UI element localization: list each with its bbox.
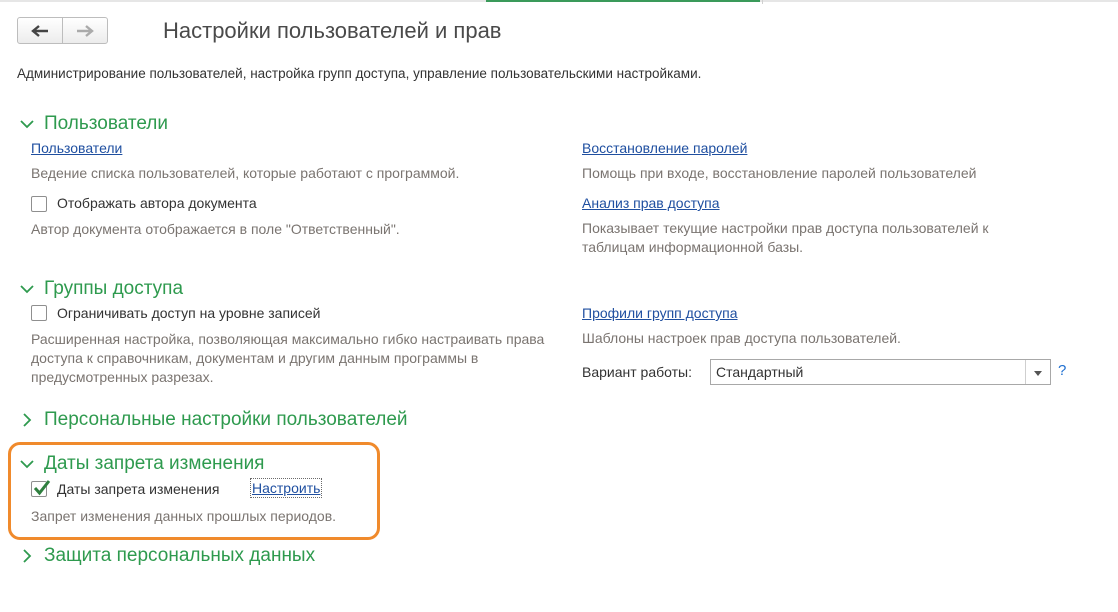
access-group-profiles-link[interactable]: Профили групп доступа xyxy=(582,305,738,321)
change-dates-hint: Запрет изменения данных прошлых периодов… xyxy=(31,508,337,524)
work-mode-select[interactable]: Стандартный xyxy=(710,359,1051,385)
arrow-left-icon xyxy=(31,24,49,37)
chevron-down-icon xyxy=(19,281,35,297)
section-personal-settings-header[interactable]: Персональные настройки пользователей xyxy=(19,409,408,431)
users-hint: Ведение списка пользователей, которые ра… xyxy=(31,165,460,181)
chevron-right-icon xyxy=(19,412,35,428)
restrict-access-hint: Расширенная настройка, позволяющая макси… xyxy=(31,331,545,385)
back-button[interactable] xyxy=(18,18,62,43)
section-personal-data-header[interactable]: Защита персональных данных xyxy=(19,545,315,567)
restrict-access-label[interactable]: Ограничивать доступ на уровне записей xyxy=(57,305,320,321)
chevron-down-icon xyxy=(19,116,35,132)
configure-link[interactable]: Настроить xyxy=(249,478,323,498)
dropdown-button[interactable] xyxy=(1025,360,1050,384)
section-change-dates-header[interactable]: Даты запрета изменения xyxy=(19,453,264,475)
active-tab-indicator xyxy=(486,0,760,2)
author-checkbox-label[interactable]: Отображать автора документа xyxy=(57,195,257,211)
password-recovery-link[interactable]: Восстановление паролей xyxy=(582,140,747,156)
author-hint: Автор документа отображается в поле "Отв… xyxy=(31,221,400,237)
section-personal-settings-title: Персональные настройки пользователей xyxy=(44,409,408,430)
change-dates-checkbox-label[interactable]: Даты запрета изменения xyxy=(57,481,219,497)
access-rights-analysis-hint: Показывает текущие настройки прав доступ… xyxy=(582,220,989,255)
chevron-down-icon xyxy=(19,456,35,472)
arrow-right-icon xyxy=(76,24,94,37)
section-personal-data-title: Защита персональных данных xyxy=(44,545,316,566)
forward-button[interactable] xyxy=(62,18,107,43)
change-dates-checkbox[interactable] xyxy=(31,480,51,497)
navigation-buttons xyxy=(17,17,108,44)
author-checkbox[interactable] xyxy=(31,196,47,212)
chevron-down-icon xyxy=(1034,363,1042,381)
restrict-access-checkbox[interactable] xyxy=(31,305,47,321)
section-access-groups-title: Группы доступа xyxy=(44,278,184,299)
access-rights-analysis-link[interactable]: Анализ прав доступа xyxy=(582,195,720,211)
users-link[interactable]: Пользователи xyxy=(31,140,122,156)
chevron-right-icon xyxy=(19,548,35,564)
password-recovery-hint: Помощь при входе, восстановление паролей… xyxy=(582,165,977,181)
work-mode-value: Стандартный xyxy=(716,364,804,380)
access-group-profiles-hint: Шаблоны настроек прав доступа пользовате… xyxy=(582,330,901,346)
page-title: Настройки пользователей и прав xyxy=(163,18,502,43)
section-users-title: Пользователи xyxy=(44,113,169,134)
section-change-dates-title: Даты запрета изменения xyxy=(44,453,265,474)
section-users-header[interactable]: Пользователи xyxy=(19,113,168,135)
help-button[interactable]: ? xyxy=(1058,362,1066,379)
page-description: Администрирование пользователей, настрой… xyxy=(17,66,702,81)
checkmark-icon xyxy=(33,480,51,496)
section-access-groups-header[interactable]: Группы доступа xyxy=(19,278,183,300)
tab-separator xyxy=(762,0,763,4)
work-mode-label: Вариант работы: xyxy=(582,364,692,380)
